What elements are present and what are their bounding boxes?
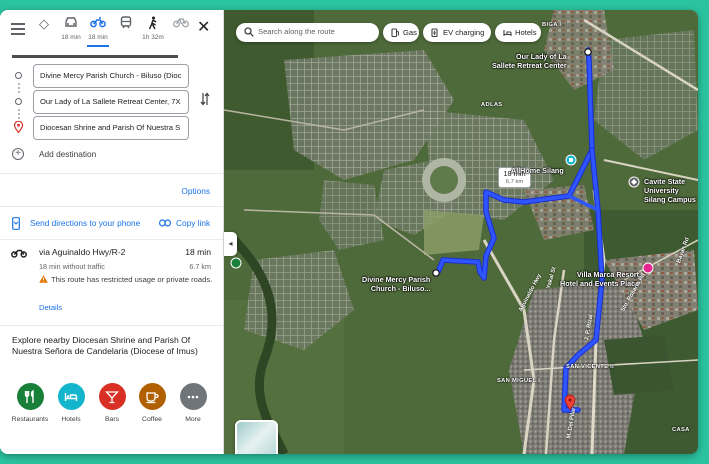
search-along-route-input[interactable]: Search along the route bbox=[236, 23, 379, 42]
travel-mode-bar: ◇ 18 min 18 min 1h 32m ✕ bbox=[0, 10, 223, 48]
route-details-link[interactable]: Details bbox=[39, 303, 62, 312]
route-traffic-note: 18 min without traffic bbox=[39, 262, 105, 271]
destination-pin-icon bbox=[14, 121, 23, 133]
route-duration: 18 min bbox=[185, 247, 211, 257]
area-label: BIGA I bbox=[542, 22, 562, 28]
place-label-cavite-state[interactable]: Cavite State University Silang Campus bbox=[644, 177, 696, 204]
origin-input[interactable]: Divine Mercy Parish Church - Biluso (Dio… bbox=[33, 64, 189, 88]
motorcycle-icon bbox=[11, 249, 27, 258]
add-destination-button[interactable]: + Add destination bbox=[12, 147, 212, 163]
cocktail-icon bbox=[98, 383, 126, 410]
destination-input[interactable]: Diocesan Shrine and Parish Of Nuestra S bbox=[33, 116, 189, 140]
collapse-panel-button[interactable]: ◂ bbox=[224, 232, 237, 256]
mode-cycling[interactable] bbox=[168, 16, 194, 34]
mode-driving[interactable]: 18 min bbox=[58, 16, 84, 41]
motorcycle-icon bbox=[85, 16, 111, 32]
place-label-divine-mercy[interactable]: Divine Mercy Parish Church - Biluso... bbox=[362, 275, 430, 293]
fork-knife-icon bbox=[16, 383, 44, 410]
category-more[interactable]: More bbox=[171, 383, 215, 423]
coffee-icon bbox=[138, 383, 166, 410]
divider bbox=[0, 325, 223, 326]
bed-icon bbox=[503, 30, 512, 36]
search-icon bbox=[244, 27, 254, 37]
category-bars[interactable]: Bars bbox=[90, 383, 134, 423]
chip-ev-charging[interactable]: EV charging bbox=[423, 23, 491, 42]
stop-row-destination: Diocesan Shrine and Parish Of Nuestra S bbox=[0, 116, 223, 140]
chip-hotels[interactable]: Hotels bbox=[495, 23, 541, 42]
walking-icon bbox=[140, 16, 166, 32]
mode-walking[interactable]: 1h 32m bbox=[140, 16, 166, 41]
swap-icon[interactable] bbox=[200, 92, 210, 106]
gas-pump-icon bbox=[391, 28, 399, 37]
waypoint-input[interactable]: Our Lady of La Sallete Retreat Center, 7… bbox=[33, 90, 189, 114]
plus-icon: + bbox=[12, 148, 24, 160]
layers-button[interactable] bbox=[235, 420, 278, 454]
area-label: SAN VICENTE II bbox=[566, 364, 615, 370]
stop-row-origin: Divine Mercy Parish Church - Biluso (Dio… bbox=[0, 64, 223, 88]
route-option[interactable]: via Aguinaldo Hwy/R-2 18 min 18 min with… bbox=[0, 240, 223, 325]
waypoint-dot-icon bbox=[15, 98, 22, 105]
close-icon[interactable]: ✕ bbox=[197, 20, 210, 36]
bicycle-icon bbox=[168, 16, 194, 32]
more-icon bbox=[179, 383, 207, 410]
explore-nearby-heading: Explore nearby Diocesan Shrine and Paris… bbox=[12, 335, 198, 356]
app-window: ◇ 18 min 18 min 1h 32m ✕ Divine Mercy Pa… bbox=[0, 10, 698, 454]
divider bbox=[0, 173, 223, 174]
chip-gas[interactable]: Gas bbox=[383, 23, 419, 42]
options-link[interactable]: Options bbox=[181, 186, 210, 196]
satellite-map[interactable]: 18 min 6.7 km bbox=[224, 10, 698, 454]
nearby-categories: Restaurants Hotels Bars Coffee More bbox=[0, 383, 223, 443]
category-restaurants[interactable]: Restaurants bbox=[8, 383, 52, 423]
car-icon bbox=[58, 16, 84, 32]
place-label-villa-marca[interactable]: Villa Marca Resort Hotel and Events Plac… bbox=[560, 270, 639, 288]
route-warning: This route has restricted usage or priva… bbox=[39, 274, 214, 285]
bed-icon bbox=[57, 383, 85, 410]
route-distance: 6.7 km bbox=[189, 262, 211, 271]
link-icon bbox=[159, 219, 171, 227]
category-hotels[interactable]: Hotels bbox=[49, 383, 93, 423]
mode-two-wheeler[interactable]: 18 min bbox=[85, 16, 111, 41]
menu-icon[interactable] bbox=[11, 23, 25, 35]
directions-panel: ◇ 18 min 18 min 1h 32m ✕ Divine Mercy Pa… bbox=[0, 10, 224, 454]
map-imagery bbox=[224, 10, 698, 454]
mode-transit[interactable] bbox=[113, 16, 139, 34]
area-label: ADLAS bbox=[481, 102, 503, 108]
active-mode-indicator bbox=[87, 45, 109, 47]
origin-dot-icon bbox=[15, 72, 22, 79]
place-label-retreat[interactable]: Our Lady of La Sallete Retreat Center bbox=[492, 52, 567, 70]
mode-best[interactable]: ◇ bbox=[31, 16, 57, 34]
place-label-allhome[interactable]: AllHome Silang bbox=[511, 166, 564, 175]
phone-icon bbox=[12, 217, 20, 230]
mode-divider bbox=[12, 55, 178, 58]
area-label: SAN MIGUEL I bbox=[497, 378, 541, 384]
route-via: via Aguinaldo Hwy/R-2 bbox=[39, 247, 126, 257]
stop-row-waypoint: Our Lady of La Sallete Retreat Center, 7… bbox=[0, 90, 223, 114]
diamond-icon: ◇ bbox=[39, 16, 49, 31]
ev-charger-icon bbox=[431, 28, 438, 37]
warning-icon bbox=[39, 275, 48, 283]
category-coffee[interactable]: Coffee bbox=[130, 383, 174, 423]
area-label: CASA bbox=[672, 427, 690, 433]
divider bbox=[0, 206, 223, 207]
train-icon bbox=[113, 16, 139, 32]
